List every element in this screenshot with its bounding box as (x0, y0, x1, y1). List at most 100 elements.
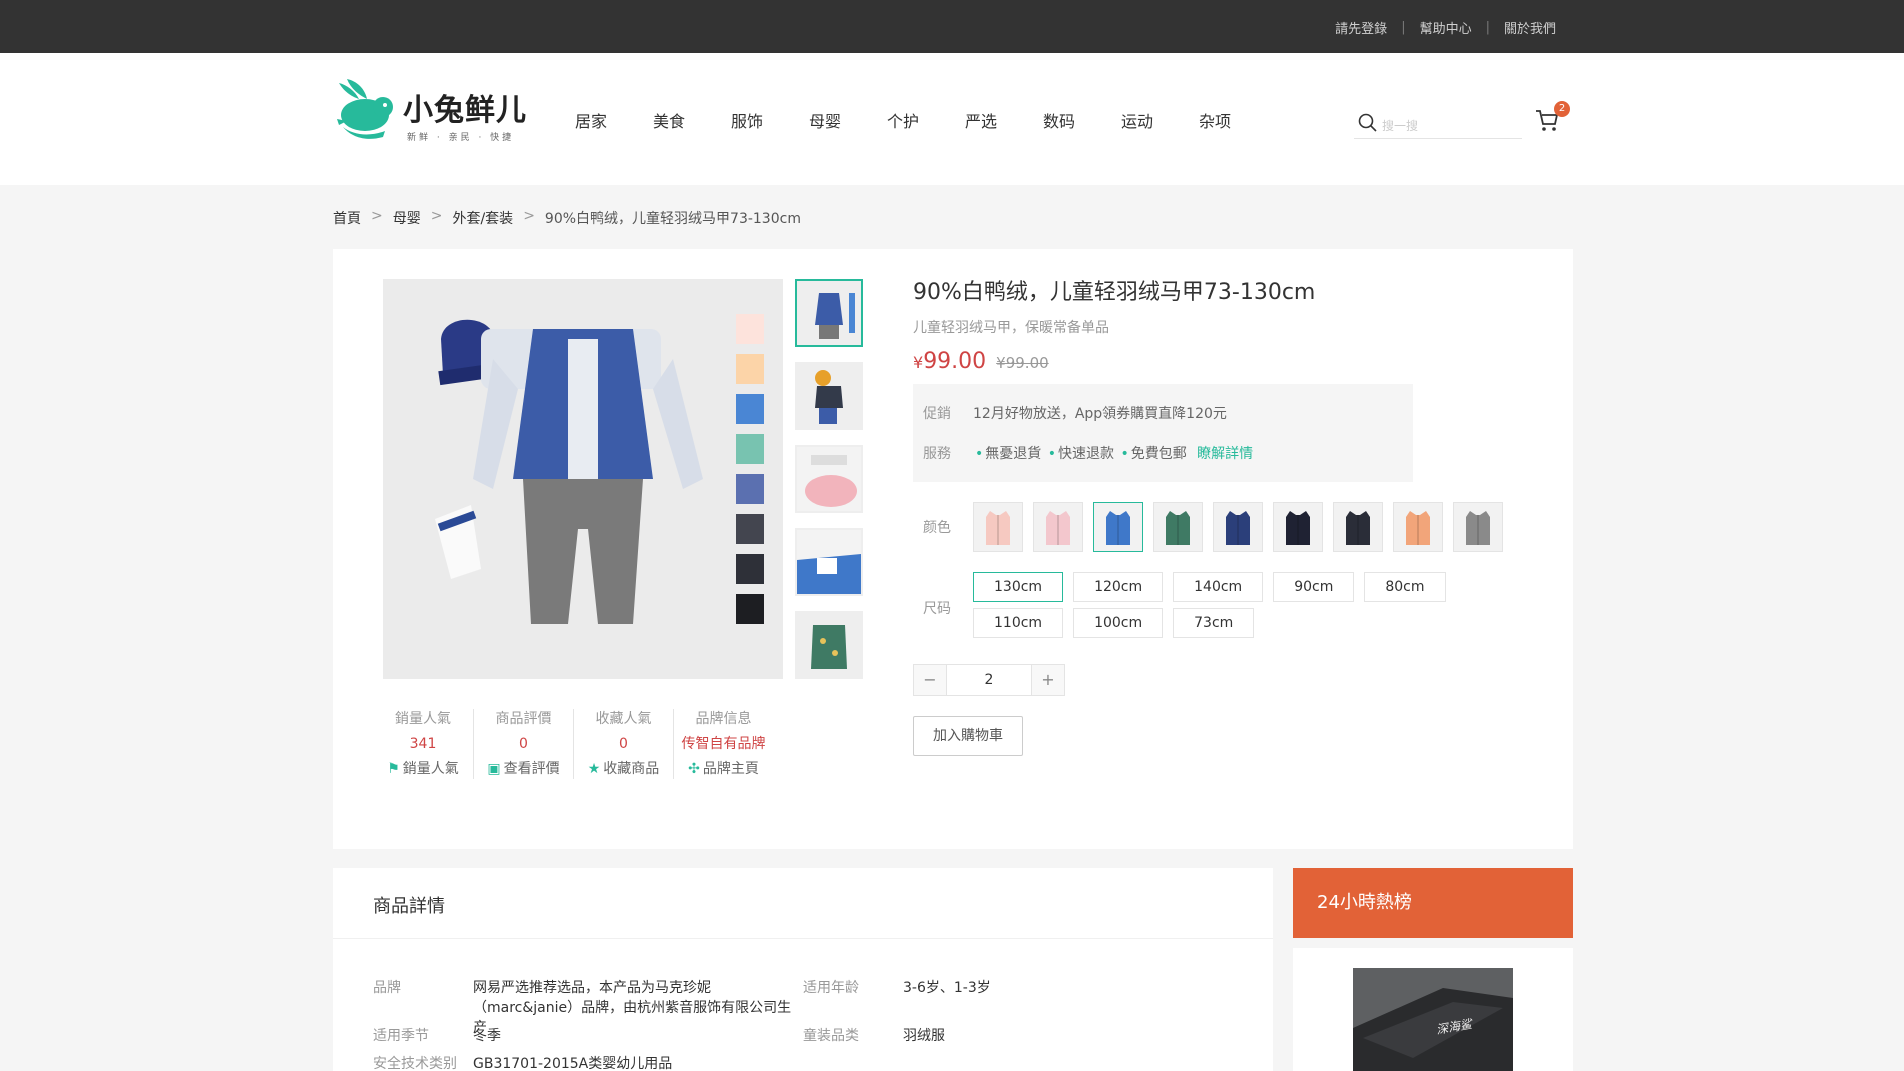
breadcrumb-home[interactable]: 首頁 (333, 208, 361, 228)
stat-label: 商品評價 (495, 711, 552, 727)
size-option[interactable]: 140cm (1173, 572, 1264, 602)
product-detail: 商品詳情 品牌 网易严选推荐选品，本产品为马克珍妮（marc&janie）品牌，… (333, 868, 1273, 1071)
breadcrumb: 首頁 > 母婴 > 外套/套装 > 90%白鸭绒，儿童轻羽绒马甲73-130cm (333, 208, 801, 228)
stat-label: 銷量人氣 (395, 711, 451, 727)
logo[interactable]: 小兔鲜儿 新鲜 · 亲民 · 快捷 (333, 75, 533, 147)
hot-ranking-title: 24小時熱榜 (1293, 868, 1573, 938)
nav-item-misc[interactable]: 杂项 (1199, 108, 1277, 132)
service-label: 服務 (923, 446, 951, 462)
star-icon: ★ (587, 761, 601, 777)
cart-count-badge: 2 (1554, 101, 1570, 117)
nav-item-food[interactable]: 美食 (653, 108, 731, 132)
nav-item-sports[interactable]: 运动 (1121, 108, 1199, 132)
breadcrumb-subcategory[interactable]: 外套/套装 (452, 208, 513, 228)
attr-row: 安全技术类别 GB31701-2015A类婴幼儿用品 (373, 1054, 803, 1071)
main-nav: 居家 美食 服饰 母婴 个护 严选 数码 运动 杂项 (575, 108, 1277, 132)
comment-icon: ▣ (487, 761, 501, 777)
color-swatch[interactable] (1393, 502, 1443, 552)
qty-input[interactable]: 2 (946, 665, 1032, 695)
thumbnail-5[interactable] (795, 611, 863, 679)
promo-row: 促銷 12月好物放送，App領券購買直降120元 (923, 404, 1403, 424)
color-swatches (973, 502, 1533, 552)
cart-button[interactable]: 2 (1534, 101, 1570, 135)
color-label: 颜色 (923, 520, 951, 536)
service-item: 免費包郵 (1130, 446, 1187, 462)
size-option[interactable]: 73cm (1173, 608, 1255, 638)
size-option[interactable]: 130cm (973, 572, 1064, 602)
color-selector: 颜色 (913, 502, 1553, 552)
vest-icon (1214, 503, 1262, 551)
old-price: ¥99.00 (996, 354, 1049, 372)
size-option[interactable]: 110cm (973, 608, 1064, 638)
color-swatch[interactable] (1273, 502, 1323, 552)
login-link[interactable]: 請先登錄 (1335, 18, 1387, 37)
about-link[interactable]: 關於我們 (1504, 18, 1556, 37)
nav-item-care[interactable]: 个护 (887, 108, 965, 132)
color-swatch[interactable] (1333, 502, 1383, 552)
service-item: 無憂退貨 (985, 446, 1042, 462)
stat-action[interactable]: ✣ 品牌主頁 (674, 759, 773, 779)
nav-item-home[interactable]: 居家 (575, 108, 653, 132)
vest-icon (974, 503, 1022, 551)
dot-icon: • (975, 446, 984, 462)
stat-label: 收藏人氣 (595, 711, 652, 727)
stat-action[interactable]: ★ 收藏商品 (574, 759, 673, 779)
nav-item-digital[interactable]: 数码 (1043, 108, 1121, 132)
attr-row: 童装品类 羽绒服 (803, 1026, 1233, 1046)
attr-value: 羽绒服 (903, 1028, 945, 1044)
nav-item-clothing[interactable]: 服饰 (731, 108, 809, 132)
color-swatch[interactable] (1153, 502, 1203, 552)
breadcrumb-separator: > (430, 208, 443, 224)
thumbnail-1[interactable] (795, 279, 863, 347)
search-placeholder: 搜一搜 (1382, 119, 1419, 133)
size-option[interactable]: 90cm (1273, 572, 1355, 602)
color-swatch[interactable] (1093, 502, 1143, 552)
thumbnail-3[interactable] (795, 445, 863, 513)
color-swatch[interactable] (973, 502, 1023, 552)
size-option[interactable]: 100cm (1073, 608, 1164, 638)
attr-row: 适用年龄 3-6岁、1-3岁 (803, 978, 1233, 998)
divider: | (1401, 20, 1406, 35)
stat-favorites: 收藏人氣 0 ★ 收藏商品 (573, 709, 673, 779)
thumbnail-2[interactable] (795, 362, 863, 430)
breadcrumb-category[interactable]: 母婴 (393, 208, 421, 228)
size-selector: 尺码 130cm 120cm 140cm 90cm 80cm 110cm 100… (913, 572, 1553, 644)
color-swatch[interactable] (1453, 502, 1503, 552)
color-swatch[interactable] (1213, 502, 1263, 552)
stat-action[interactable]: ⚑ 銷量人氣 (373, 759, 473, 779)
nav-item-select[interactable]: 严选 (965, 108, 1043, 132)
header: 小兔鲜儿 新鲜 · 亲民 · 快捷 居家 美食 服饰 母婴 个护 严选 数码 运… (0, 53, 1904, 185)
size-option[interactable]: 80cm (1364, 572, 1446, 602)
qty-plus-button[interactable]: + (1032, 665, 1064, 695)
flag-icon: ⚑ (387, 761, 400, 777)
stat-action[interactable]: ▣ 查看評價 (474, 759, 573, 779)
attr-key: 童装品类 (803, 1028, 859, 1044)
product-title: 90%白鸭绒，儿童轻羽绒马甲73-130cm (913, 280, 1316, 305)
top-links: 請先登錄 | 幫助中心 | 關於我們 (1335, 18, 1556, 37)
qty-minus-button[interactable]: − (914, 665, 946, 695)
product-info: 90%白鸭绒，儿童轻羽绒马甲73-130cm 儿童轻羽绒马甲，保暖常备单品 ¥9… (913, 277, 1553, 756)
hot-ranking: 24小時熱榜 深海鲨 (1293, 868, 1573, 1071)
size-label: 尺码 (923, 601, 951, 617)
stat-value: 341 (409, 736, 437, 752)
nav-item-baby[interactable]: 母婴 (809, 108, 887, 132)
breadcrumb-separator: > (523, 208, 535, 224)
hot-product-image[interactable]: 深海鲨 (1353, 968, 1513, 1071)
dot-icon: • (1047, 446, 1056, 462)
breadcrumb-current: 90%白鸭绒，儿童轻羽绒马甲73-130cm (544, 211, 801, 227)
size-option[interactable]: 120cm (1073, 572, 1164, 602)
search-input[interactable]: 搜一搜 (1354, 107, 1522, 139)
product-photo (383, 279, 783, 679)
help-link[interactable]: 幫助中心 (1420, 18, 1472, 37)
attr-value: GB31701-2015A类婴幼儿用品 (473, 1056, 673, 1071)
thumbnail-list (795, 279, 865, 694)
service-more-link[interactable]: 瞭解詳情 (1197, 446, 1253, 462)
vest-icon (1034, 503, 1082, 551)
quantity-stepper: − 2 + (913, 664, 1065, 696)
service-item: 快速退款 (1057, 446, 1114, 462)
add-to-cart-button[interactable]: 加入購物車 (913, 716, 1023, 756)
thumbnail-4[interactable] (795, 528, 863, 596)
color-swatch[interactable] (1033, 502, 1083, 552)
vest-icon (1334, 503, 1382, 551)
promo-box: 促銷 12月好物放送，App領券購買直降120元 服務 • 無憂退貨 • 快速退款 … (913, 384, 1413, 482)
